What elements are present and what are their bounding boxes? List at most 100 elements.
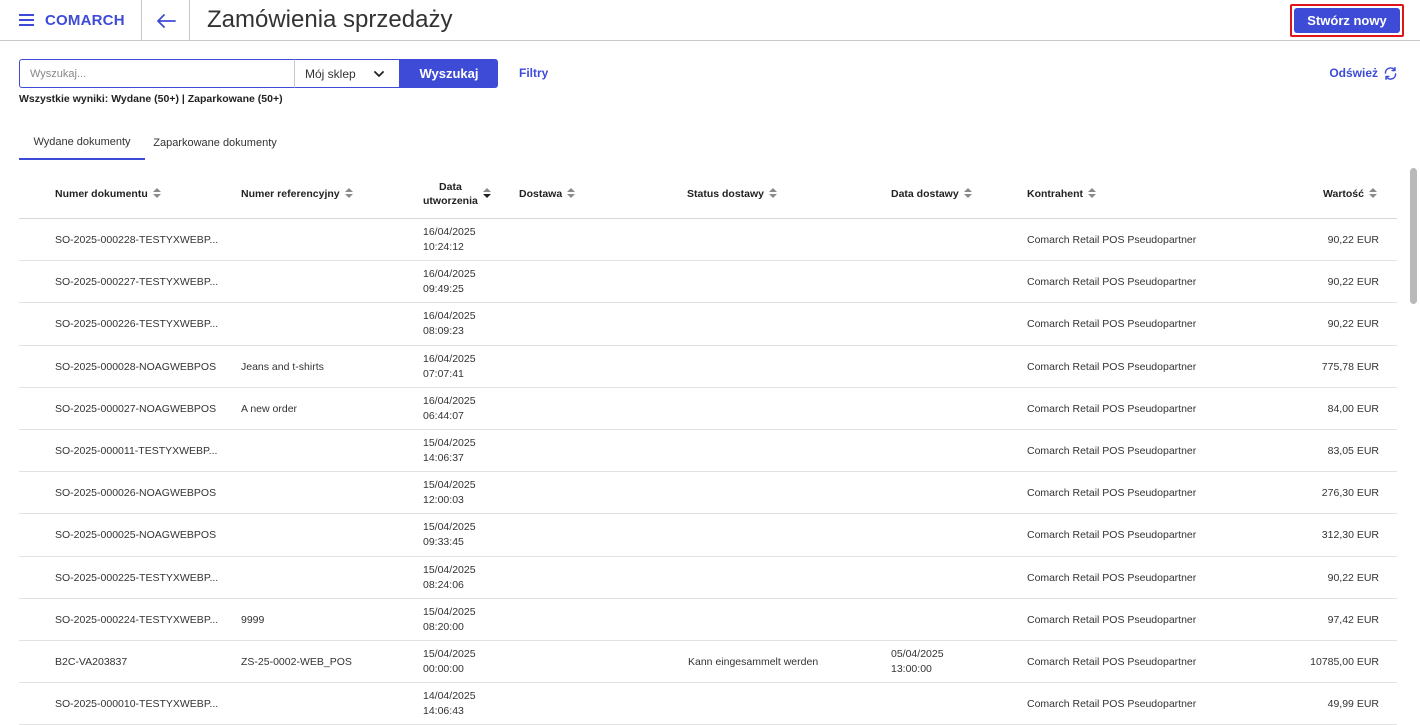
cell-created-date: 15/04/2025 08:24:06	[423, 557, 476, 599]
table-row[interactable]: B2C-VA203837 ZS-25-0002-WEB_POS 15/04/2025…	[19, 641, 1397, 684]
table-row[interactable]: SO-2025-000026-NOAGWEBPOS 15/04/2025 12:00…	[19, 472, 1397, 515]
created-date: 15/04/2025	[423, 605, 476, 618]
cell-created-date: 14/04/2025 14:06:43	[423, 683, 476, 725]
tab-issued-documents[interactable]: Wydane dokumenty	[19, 126, 145, 160]
column-header-contractor[interactable]: Kontrahent	[1027, 168, 1096, 219]
cell-document-number: SO-2025-000227-TESTYXWEBP...	[55, 276, 219, 289]
column-header-delivery-date[interactable]: Data dostawy	[891, 168, 972, 219]
table-row[interactable]: SO-2025-000226-TESTYXWEBP... 16/04/2025 08…	[19, 303, 1397, 346]
hamburger-icon[interactable]	[19, 14, 34, 26]
sort-icon	[152, 188, 161, 199]
filters-link[interactable]: Filtry	[519, 66, 548, 80]
table-row[interactable]: SO-2025-000227-TESTYXWEBP... 16/04/2025 09…	[19, 261, 1397, 304]
created-date: 16/04/2025	[423, 268, 476, 281]
cell-contractor: Comarch Retail POS Pseudopartner	[1027, 613, 1197, 626]
created-time: 00:00:00	[423, 662, 464, 675]
cell-document-number: SO-2025-000225-TESTYXWEBP...	[55, 571, 219, 584]
cell-created-date: 16/04/2025 09:49:25	[423, 261, 476, 303]
column-label: Numer referencyjny	[241, 187, 340, 200]
cell-reference-number: ZS-25-0002-WEB_POS	[241, 655, 352, 668]
table-row[interactable]: SO-2025-000225-TESTYXWEBP... 15/04/2025 08…	[19, 557, 1397, 599]
sort-icon	[1369, 188, 1377, 199]
cell-contractor: Comarch Retail POS Pseudopartner	[1027, 571, 1197, 584]
created-time: 07:07:41	[423, 367, 464, 380]
results-summary: Wszystkie wyniki: Wydane (50+) | Zaparko…	[19, 93, 283, 105]
table-row[interactable]: SO-2025-000011-TESTYXWEBP... 15/04/2025 14…	[19, 430, 1397, 473]
column-header-delivery[interactable]: Dostawa	[519, 168, 576, 219]
cell-value: 775,78 EUR	[1321, 360, 1379, 373]
created-date: 16/04/2025	[423, 226, 476, 238]
created-date: 15/04/2025	[423, 521, 476, 534]
table-row[interactable]: SO-2025-000028-NOAGWEBPOS Jeans and t-shi…	[19, 346, 1397, 388]
cell-document-number: SO-2025-000026-NOAGWEBPOS	[55, 487, 217, 500]
cell-delivery-date: 05/04/2025 13:00:00	[891, 641, 944, 683]
delivery-date: 05/04/2025	[891, 647, 944, 660]
delivery-time: 13:00:00	[891, 662, 932, 675]
created-time: 08:20:00	[423, 620, 464, 633]
cell-document-number: SO-2025-000228-TESTYXWEBP...	[55, 234, 219, 246]
cell-contractor: Comarch Retail POS Pseudopartner	[1027, 318, 1197, 331]
cell-document-number: SO-2025-000224-TESTYXWEBP...	[55, 613, 219, 626]
column-label: Data dostawy	[891, 187, 959, 200]
cell-reference-number: Jeans and t-shirts	[241, 360, 324, 373]
created-date: 16/04/2025	[423, 352, 476, 365]
sort-icon	[567, 188, 576, 199]
store-select[interactable]: Mój sklep	[294, 59, 400, 88]
divider	[189, 0, 190, 41]
cell-value: 84,00 EUR	[1327, 402, 1379, 415]
column-header-value[interactable]: Wartość	[1323, 168, 1377, 219]
refresh-button[interactable]: Odśwież	[1329, 66, 1398, 80]
cell-document-number: SO-2025-000226-TESTYXWEBP...	[55, 318, 219, 331]
cell-contractor: Comarch Retail POS Pseudopartner	[1027, 529, 1197, 542]
cell-document-number: SO-2025-000027-NOAGWEBPOS	[55, 402, 217, 415]
column-header-reference-number[interactable]: Numer referencyjny	[241, 168, 353, 219]
table-row[interactable]: SO-2025-000027-NOAGWEBPOS A new order 16/0…	[19, 388, 1397, 430]
cell-value: 90,22 EUR	[1327, 276, 1379, 289]
cell-value: 276,30 EUR	[1321, 487, 1379, 500]
cell-contractor: Comarch Retail POS Pseudopartner	[1027, 444, 1197, 457]
cell-document-number: SO-2025-000011-TESTYXWEBP...	[55, 444, 218, 457]
column-label: Data utworzenia	[423, 180, 478, 208]
cell-value: 83,05 EUR	[1327, 444, 1379, 457]
sort-icon	[1088, 188, 1096, 199]
column-header-document-number[interactable]: Numer dokumentu	[55, 168, 161, 219]
cell-created-date: 15/04/2025 00:00:00	[423, 641, 476, 683]
sort-icon	[344, 188, 353, 199]
sort-icon	[963, 188, 972, 199]
create-new-button[interactable]: Stwórz nowy	[1294, 8, 1400, 33]
created-time: 09:49:25	[423, 283, 464, 296]
created-date: 15/04/2025	[423, 647, 476, 660]
cell-document-number: SO-2025-000028-NOAGWEBPOS	[55, 360, 217, 373]
table-row[interactable]: SO-2025-000228-TESTYXWEBP... 16/04/2025 10…	[19, 219, 1397, 262]
table-row[interactable]: SO-2025-000010-TESTYXWEBP... 14/04/2025 14…	[19, 683, 1397, 725]
column-header-created-date[interactable]: Data utworzenia	[423, 168, 491, 219]
refresh-label: Odśwież	[1329, 66, 1378, 80]
cell-contractor: Comarch Retail POS Pseudopartner	[1027, 487, 1197, 500]
column-label: Dostawa	[519, 187, 563, 200]
search-button[interactable]: Wyszukaj	[400, 59, 498, 88]
cell-document-number: SO-2025-000010-TESTYXWEBP...	[55, 698, 219, 711]
back-button[interactable]	[142, 0, 189, 41]
sort-desc-icon	[482, 188, 491, 199]
store-select-value: Mój sklep	[305, 66, 356, 81]
created-date: 15/04/2025	[423, 479, 476, 492]
table-row[interactable]: SO-2025-000224-TESTYXWEBP... 9999 15/04/20…	[19, 599, 1397, 641]
cell-created-date: 15/04/2025 08:20:00	[423, 599, 476, 641]
cell-created-date: 15/04/2025 12:00:03	[423, 472, 476, 514]
cell-created-date: 16/04/2025 06:44:07	[423, 388, 476, 430]
created-date: 15/04/2025	[423, 563, 476, 576]
vertical-scrollbar[interactable]	[1410, 168, 1417, 304]
table-row[interactable]: SO-2025-000025-NOAGWEBPOS 15/04/2025 09:33…	[19, 514, 1397, 557]
created-date: 16/04/2025	[423, 394, 476, 407]
tab-parked-documents[interactable]: Zaparkowane dokumenty	[150, 126, 280, 160]
column-label-line2: utworzenia	[423, 194, 478, 207]
search-input[interactable]	[19, 59, 295, 88]
column-header-delivery-status[interactable]: Status dostawy	[687, 168, 778, 219]
cell-created-date: 16/04/2025 07:07:41	[423, 346, 476, 388]
cell-contractor: Comarch Retail POS Pseudopartner	[1027, 234, 1197, 246]
logo[interactable]: COMARCH	[45, 12, 125, 29]
cell-created-date: 16/04/2025 10:24:12	[423, 219, 476, 261]
column-label: Status dostawy	[687, 187, 765, 200]
cell-created-date: 16/04/2025 08:09:23	[423, 303, 476, 345]
created-time: 14:06:37	[423, 451, 464, 464]
